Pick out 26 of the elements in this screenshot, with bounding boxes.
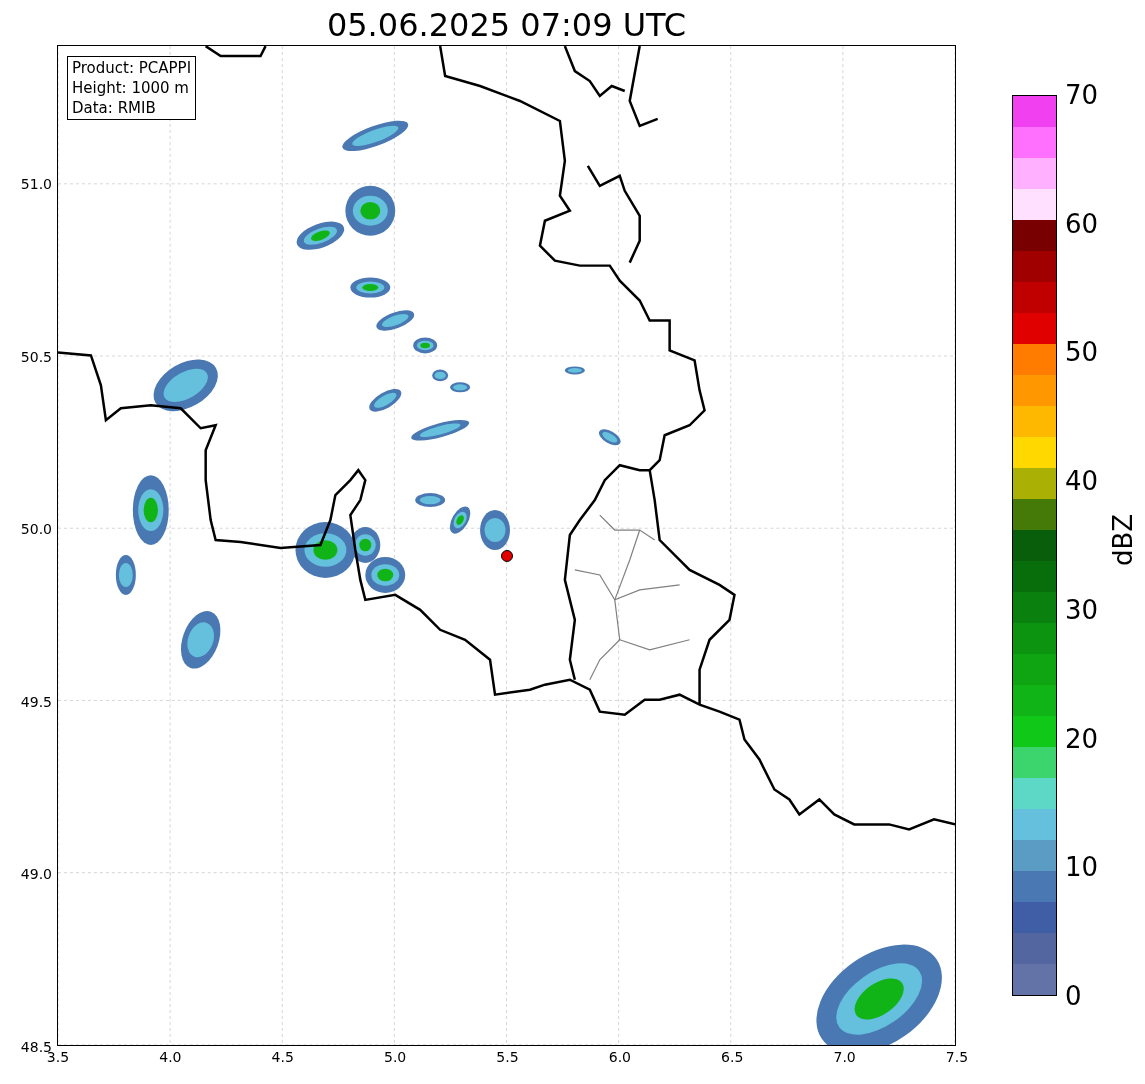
longitude-label: 7.5 bbox=[945, 1049, 969, 1065]
latitude-label: 49.0 bbox=[20, 866, 52, 883]
longitude-label: 5.5 bbox=[496, 1049, 519, 1065]
colorbar-tick-label: 60 bbox=[1065, 209, 1099, 238]
colorbar-label: dBZ bbox=[1108, 513, 1139, 567]
longitude-label: 6.0 bbox=[608, 1049, 631, 1065]
longitude-label: 7.0 bbox=[833, 1049, 856, 1065]
colorbar-tick-label: 0 bbox=[1065, 982, 1082, 1010]
latitude-label: 50.5 bbox=[20, 348, 52, 365]
longitude-label: 6.5 bbox=[721, 1049, 744, 1065]
latitude-label: 51.0 bbox=[20, 176, 52, 192]
colorbar-tick-label: 50 bbox=[1065, 338, 1099, 367]
latitude-label: 49.5 bbox=[20, 693, 52, 710]
latitude-label: 50.0 bbox=[20, 521, 52, 538]
map-title: 05.06.2025 07:09 UTC bbox=[326, 5, 687, 45]
longitude-label: 4.0 bbox=[159, 1049, 182, 1065]
info-text: Data: RMIB bbox=[72, 98, 157, 118]
colorbar-tick-label: 20 bbox=[1065, 724, 1099, 753]
longitude-label: 4.5 bbox=[271, 1049, 294, 1065]
info-text: Height: 1000 m bbox=[72, 78, 190, 98]
info-text: Product: PCAPPI bbox=[72, 58, 192, 78]
colorbar-tick-label: 30 bbox=[1065, 595, 1099, 624]
longitude-label: 5.0 bbox=[384, 1049, 407, 1065]
colorbar-tick-label: 10 bbox=[1065, 853, 1099, 882]
colorbar-tick-label: 40 bbox=[1065, 467, 1099, 496]
colorbar-tick-label: 70 bbox=[1065, 81, 1099, 109]
